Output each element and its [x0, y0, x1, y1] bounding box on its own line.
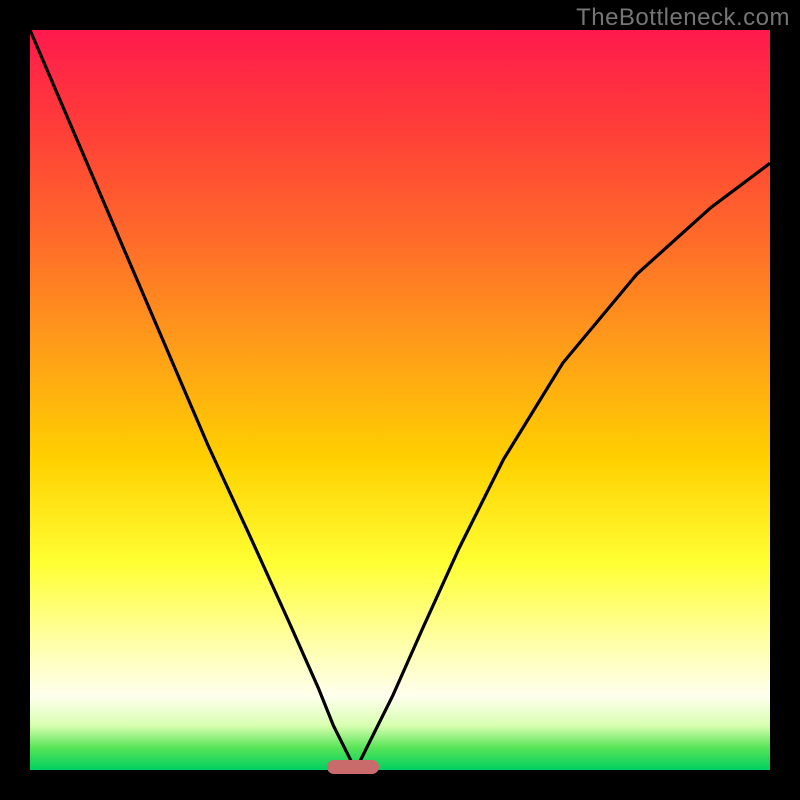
right-curve [356, 163, 770, 770]
chart-curves [30, 30, 770, 770]
min-marker [327, 760, 379, 774]
chart-plot-area [30, 30, 770, 770]
left-curve [30, 30, 356, 770]
chart-frame: TheBottleneck.com [0, 0, 800, 800]
watermark-text: TheBottleneck.com [576, 4, 790, 32]
